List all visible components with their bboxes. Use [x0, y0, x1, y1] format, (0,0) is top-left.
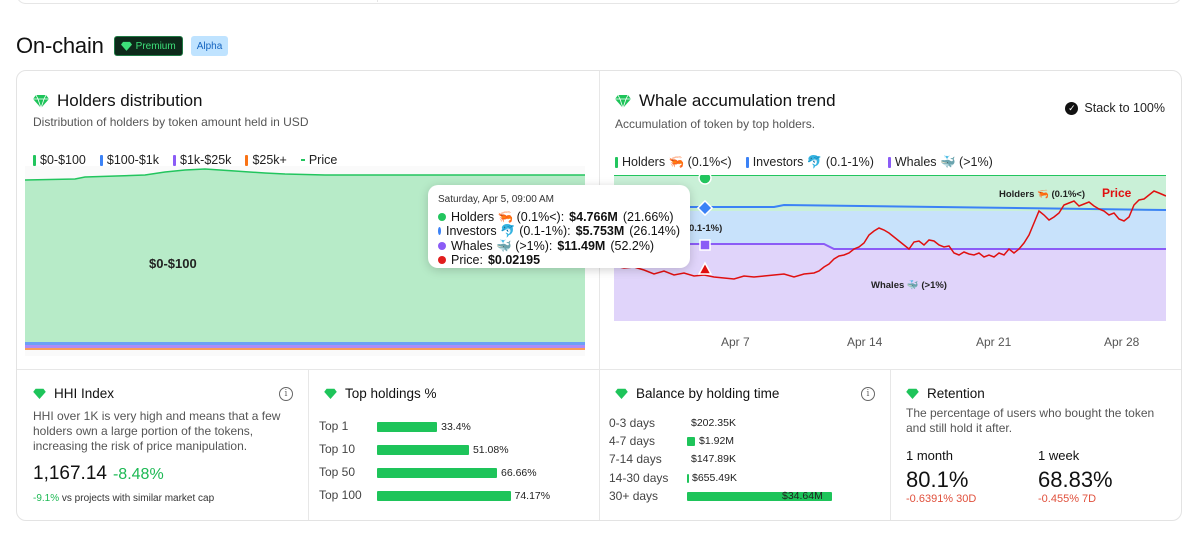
x-tick-apr21: Apr 21	[976, 335, 1012, 349]
retention-1month-value: 80.1%	[906, 467, 969, 492]
legend-item-holders[interactable]: Holders 🦐 (0.1%<)	[615, 155, 732, 170]
holders-title-text: Holders distribution	[57, 91, 203, 110]
stack-label: Stack to 100%	[1084, 101, 1165, 115]
retention-title: Retention	[906, 386, 985, 401]
chart-tooltip: Saturday, Apr 5, 09:00 AM Holders 🦐 (0.1…	[428, 185, 690, 268]
whale-subtitle: Accumulation of token by top holders.	[615, 117, 816, 131]
hhi-compare: -9.1% vs projects with similar market ca…	[33, 493, 215, 504]
balance-label: 0-3 days	[609, 416, 656, 430]
legend-item-100-1k[interactable]: $100-$1k	[99, 153, 159, 167]
holders-title: Holders distribution	[33, 91, 203, 111]
tooltip-row-holders: Holders 🦐 (0.1%<): $4.766M (21.66%)	[438, 210, 680, 225]
retention-1week-label: 1 week	[1038, 448, 1080, 463]
balance-value: $655.49K	[692, 471, 737, 484]
gem-icon	[324, 388, 337, 399]
balance-value: $202.35K	[691, 417, 736, 429]
holders-area-label: $0-$100	[149, 256, 197, 271]
holders-subtitle: Distribution of holders by token amount …	[33, 115, 309, 129]
stack-to-100-toggle[interactable]: ✓ Stack to 100%	[1065, 101, 1165, 115]
page-title: On-chain	[16, 33, 104, 58]
balance-label: 4-7 days	[609, 434, 656, 449]
tooltip-row-investors: Investors 🐬 (0.1-1%): $5.753M (26.14%)	[438, 224, 680, 239]
gem-icon	[615, 94, 631, 108]
hhi-description: HHI over 1K is very high and means that …	[33, 409, 281, 453]
top-holdings-bar[interactable]	[377, 491, 511, 501]
gem-icon	[615, 388, 628, 399]
top-holdings-bar[interactable]	[377, 468, 497, 478]
balance-label: 30+ days	[609, 488, 659, 503]
balance-value: $147.89K	[691, 453, 736, 466]
retention-description: The percentage of users who bought the t…	[906, 406, 1155, 435]
gem-icon	[906, 388, 919, 399]
whale-title-text: Whale accumulation trend	[639, 91, 836, 110]
top-holdings-bar[interactable]	[377, 445, 469, 455]
premium-badge: Premium	[113, 36, 183, 56]
balance-label: 14-30 days	[609, 470, 669, 485]
top-holdings-title: Top holdings %	[324, 386, 437, 401]
whale-holders-label: Holders 🦐 (0.1%<)	[999, 189, 1085, 200]
onchain-card: Holders distribution Distribution of hol…	[16, 70, 1182, 521]
hhi-change: -8.48%	[112, 466, 164, 483]
legend-item-0-100[interactable]: $0-$100	[33, 153, 86, 167]
x-tick-apr14: Apr 14	[847, 335, 883, 349]
top-holdings-label: Top 50	[319, 465, 356, 479]
retention-1week-value: 68.83%	[1038, 467, 1113, 492]
top-holdings-value: 51.08%	[472, 444, 509, 456]
tooltip-date: Saturday, Apr 5, 09:00 AM	[438, 194, 554, 205]
premium-badge-label: Premium	[135, 40, 176, 52]
hhi-value-row: 1,167.14 -8.48%	[33, 463, 164, 485]
whale-legend: Holders 🦐 (0.1%<) Investors 🐬 (0.1-1%) W…	[615, 155, 993, 170]
gem-icon	[33, 94, 49, 108]
top-card-edge	[16, 0, 1182, 4]
retention-1month-label: 1 month	[906, 448, 953, 463]
whale-whales-label: Whales 🐳 (>1%)	[871, 279, 947, 291]
top-holdings-label: Top 100	[319, 488, 362, 502]
whale-chart[interactable]: Holders 🦐 (0.1%<) Price 0.1-1%) Whales 🐳…	[614, 175, 1166, 321]
legend-item-1k-25k[interactable]: $1k-$25k	[173, 153, 231, 167]
whale-title: Whale accumulation trend	[615, 91, 836, 111]
legend-item-investors[interactable]: Investors 🐬 (0.1-1%)	[745, 155, 874, 170]
check-icon: ✓	[1065, 101, 1079, 115]
top-holdings-label: Top 1	[319, 419, 349, 433]
alpha-badge: Alpha	[190, 36, 229, 56]
legend-item-25k-plus[interactable]: $25k+	[245, 153, 287, 167]
top-holdings-label: Top 10	[319, 442, 356, 456]
balance-info-icon[interactable]: i	[861, 387, 875, 401]
top-holdings-value: 33.4%	[441, 421, 471, 433]
holders-legend: $0-$100 $100-$1k $1k-$25k $25k+ Price	[33, 153, 337, 167]
x-tick-apr7: Apr 7	[721, 335, 750, 349]
x-tick-apr28: Apr 28	[1104, 335, 1140, 349]
balance-label: 7-14 days	[609, 452, 662, 467]
gem-icon	[33, 388, 46, 399]
balance-bar[interactable]	[687, 437, 696, 447]
whale-investors-label: 0.1-1%)	[689, 223, 722, 234]
retention-1week-change: -0.455% 7D	[1038, 493, 1097, 505]
balance-value: $1.92M	[699, 435, 735, 448]
retention-1month-change: -0.6391% 30D	[906, 493, 977, 505]
tooltip-row-price: Price: $0.02195	[438, 253, 680, 268]
balance-bar[interactable]	[687, 473, 689, 483]
top-holdings-value: 74.17%	[514, 490, 551, 502]
legend-item-price[interactable]: Price	[300, 153, 337, 167]
section-header: On-chain Premium Alpha	[16, 33, 229, 59]
top-holdings-value: 66.66%	[500, 467, 537, 479]
hhi-title: HHI Index	[33, 386, 114, 401]
tooltip-row-whales: Whales 🐳 (>1%): $11.49M (52.2%)	[438, 239, 680, 254]
gem-icon	[120, 41, 132, 51]
balance-value: $34.64M	[782, 489, 823, 502]
balance-title: Balance by holding time	[615, 386, 779, 401]
hhi-info-icon[interactable]: i	[279, 387, 293, 401]
whale-price-label: Price	[1102, 186, 1132, 200]
top-holdings-bar[interactable]	[377, 422, 438, 432]
hhi-value: 1,167.14	[33, 463, 107, 484]
legend-item-whales[interactable]: Whales 🐳 (>1%)	[887, 155, 993, 170]
